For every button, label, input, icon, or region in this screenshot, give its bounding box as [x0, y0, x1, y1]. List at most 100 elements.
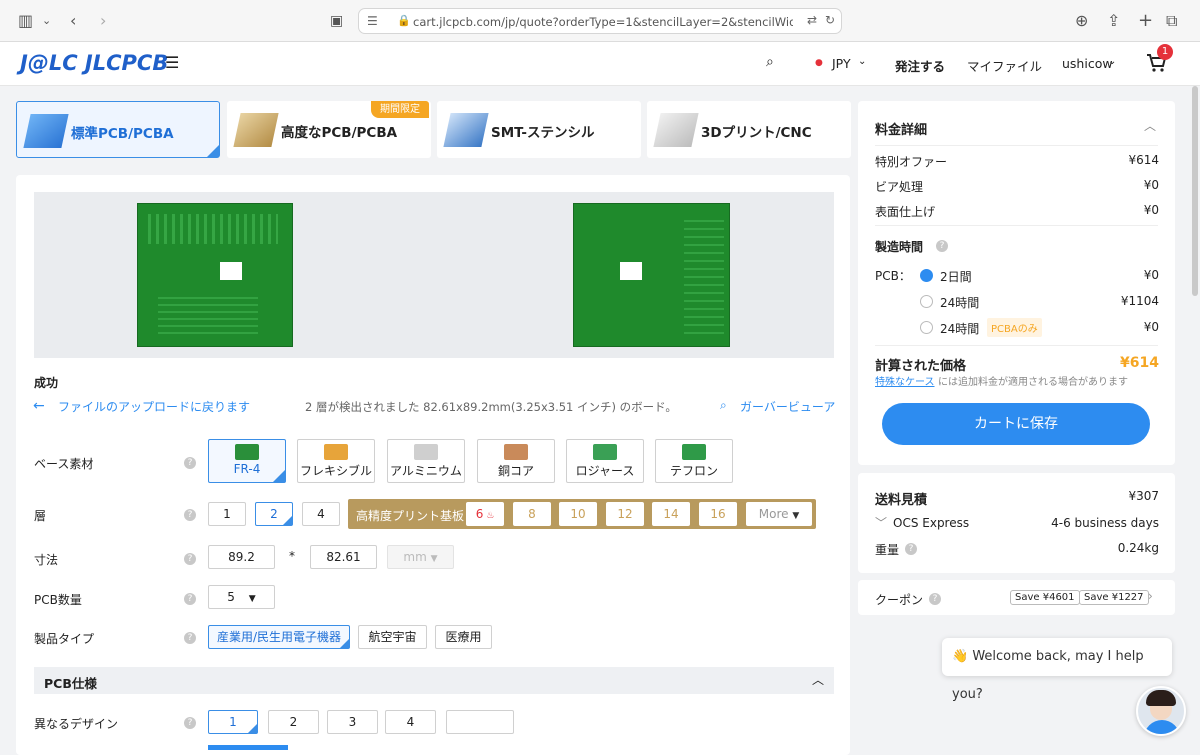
stencil-icon: [443, 113, 489, 147]
layer-option-12[interactable]: 12: [606, 502, 644, 526]
more-layers-dropdown[interactable]: More ▼: [746, 502, 812, 526]
quantity-select[interactable]: 5 ▼: [208, 585, 275, 609]
material-label: フレキシブル: [299, 464, 372, 478]
gerber-preview: [34, 192, 834, 358]
share-icon[interactable]: ⇪: [1107, 11, 1120, 31]
detected-layers-text: 2 層が検出されました 82.61x89.2mm(3.25x3.51 インチ) …: [305, 400, 677, 414]
help-icon[interactable]: ?: [184, 509, 196, 521]
flex-icon: [324, 444, 348, 460]
layer-option-14[interactable]: 14: [652, 502, 690, 526]
material-flex[interactable]: フレキシブル: [297, 439, 375, 483]
layer-option-16[interactable]: 16: [699, 502, 737, 526]
build-option-24h-radio[interactable]: [920, 295, 933, 308]
help-icon[interactable]: ?: [929, 593, 941, 605]
magnify-icon[interactable]: ⌕: [720, 398, 727, 413]
url-text[interactable]: cart.jlcpcb.com/jp/quote?orderType=1&ste…: [413, 15, 793, 29]
material-aluminum[interactable]: アルミニウム: [387, 439, 465, 483]
coupon-chip[interactable]: Save ¥1227: [1079, 590, 1149, 605]
coupon-chip[interactable]: Save ¥4601: [1010, 590, 1080, 605]
tab-label: 標準PCB/PCBA: [71, 126, 174, 142]
layer-option-8[interactable]: 8: [513, 502, 551, 526]
download-icon[interactable]: ⊕: [1075, 11, 1088, 31]
price-row-value: ¥0: [1143, 178, 1159, 192]
chevron-down-icon[interactable]: ⌄: [858, 56, 866, 67]
material-label: アルミニウム: [390, 464, 462, 478]
design-option-4[interactable]: 4: [385, 710, 436, 734]
gerber-viewer-link[interactable]: ガーバービューア: [740, 398, 835, 415]
price-row-value: ¥614: [1128, 153, 1159, 167]
help-icon[interactable]: ?: [184, 632, 196, 644]
product-type-aerospace[interactable]: 航空宇宙: [358, 625, 427, 649]
price-note: には追加料金が適用される場合があります: [938, 377, 1128, 388]
next-row-hint: [208, 745, 288, 750]
back-icon[interactable]: ‹: [70, 11, 76, 31]
design-option-2[interactable]: 2: [268, 710, 319, 734]
page-scrollbar[interactable]: [1192, 86, 1198, 296]
material-copper-core[interactable]: 銅コア: [477, 439, 555, 483]
user-menu[interactable]: ushicow: [1062, 56, 1113, 71]
chevron-up-icon[interactable]: ︿: [812, 671, 824, 688]
chevron-right-icon[interactable]: ›: [1148, 589, 1153, 603]
chevron-down-icon[interactable]: ﹀: [875, 514, 887, 531]
my-files-link[interactable]: マイファイル: [967, 56, 1042, 75]
coupon-panel[interactable]: クーポン ? Save ¥4601 Save ¥1227 ›: [858, 580, 1175, 615]
help-icon[interactable]: ?: [184, 593, 196, 605]
height-input[interactable]: 82.61: [310, 545, 377, 569]
new-tab-icon[interactable]: +: [1138, 11, 1153, 31]
reader-icon[interactable]: ☰: [367, 14, 378, 28]
material-fr4[interactable]: FR-4: [208, 439, 286, 483]
product-type-industrial[interactable]: 産業用/民生用電子機器: [208, 625, 350, 649]
material-rogers[interactable]: ロジャース: [566, 439, 644, 483]
pcba-only-badge: PCBAのみ: [987, 318, 1042, 337]
design-custom-input[interactable]: [446, 710, 514, 734]
width-input[interactable]: 89.2: [208, 545, 275, 569]
chevron-down-icon[interactable]: ⌄: [42, 11, 51, 31]
tab-3d-print-cnc[interactable]: 3Dプリント/CNC: [647, 101, 851, 158]
arrow-left-icon[interactable]: ←: [33, 398, 45, 414]
help-icon[interactable]: ?: [936, 240, 948, 252]
layer-option-2[interactable]: 2: [255, 502, 293, 526]
translate-icon[interactable]: ⇄: [807, 13, 817, 27]
unit-select[interactable]: mm ▼: [387, 545, 454, 569]
back-to-upload-link[interactable]: ファイルのアップロードに戻ります: [58, 398, 250, 415]
address-bar[interactable]: ☰ 🔒 cart.jlcpcb.com/jp/quote?orderType=1…: [358, 8, 842, 34]
divider: [875, 225, 1158, 226]
reload-icon[interactable]: ↻: [825, 13, 835, 27]
help-icon[interactable]: ?: [184, 457, 196, 469]
chat-welcome-bubble[interactable]: 👋 Welcome back, may I help you?: [942, 638, 1172, 702]
product-type-label: 製品タイプ: [34, 632, 95, 646]
tab-standard-pcb[interactable]: 標準PCB/PCBA: [16, 101, 220, 158]
tab-overview-icon[interactable]: ⧉: [1166, 11, 1177, 31]
pcb-spec-section-header[interactable]: PCB仕様 ︿: [34, 667, 834, 694]
chevron-down-icon[interactable]: ⌄: [1108, 56, 1116, 67]
rogers-icon: [593, 444, 617, 460]
chevron-up-icon[interactable]: ︿: [1144, 117, 1156, 134]
layer-option-6[interactable]: 6 ♨: [466, 502, 504, 526]
flag-icon: ●: [815, 58, 823, 68]
layer-option-1[interactable]: 1: [208, 502, 246, 526]
help-icon[interactable]: ?: [905, 543, 917, 555]
layer-option-10[interactable]: 10: [559, 502, 597, 526]
help-icon[interactable]: ?: [184, 717, 196, 729]
layer-option-4[interactable]: 4: [302, 502, 340, 526]
menu-icon[interactable]: ☰: [165, 53, 179, 72]
help-icon[interactable]: ?: [184, 553, 196, 565]
chat-avatar[interactable]: [1136, 686, 1186, 736]
tab-smt-stencil[interactable]: SMT-ステンシル: [437, 101, 641, 158]
forward-icon[interactable]: ›: [100, 11, 106, 31]
sidebar-toggle-icon[interactable]: ▥: [18, 11, 33, 31]
build-option-2days-radio[interactable]: [920, 269, 933, 282]
save-to-cart-button[interactable]: カートに保存: [882, 403, 1150, 445]
order-link[interactable]: 発注する: [895, 56, 945, 75]
search-icon[interactable]: ⌕: [766, 54, 774, 70]
shipping-method[interactable]: OCS Express: [893, 516, 969, 530]
jlcpcb-logo[interactable]: J@LC JLCPCB: [20, 51, 168, 75]
design-option-3[interactable]: 3: [327, 710, 378, 734]
build-option-24h-pcba-radio[interactable]: [920, 321, 933, 334]
material-teflon[interactable]: テフロン: [655, 439, 733, 483]
special-case-link[interactable]: 特殊なケース: [875, 373, 935, 388]
build-option-label: 24時間: [940, 296, 980, 310]
design-option-1[interactable]: 1: [208, 710, 258, 734]
product-type-medical[interactable]: 医療用: [435, 625, 492, 649]
currency-select[interactable]: JPY: [832, 56, 851, 71]
